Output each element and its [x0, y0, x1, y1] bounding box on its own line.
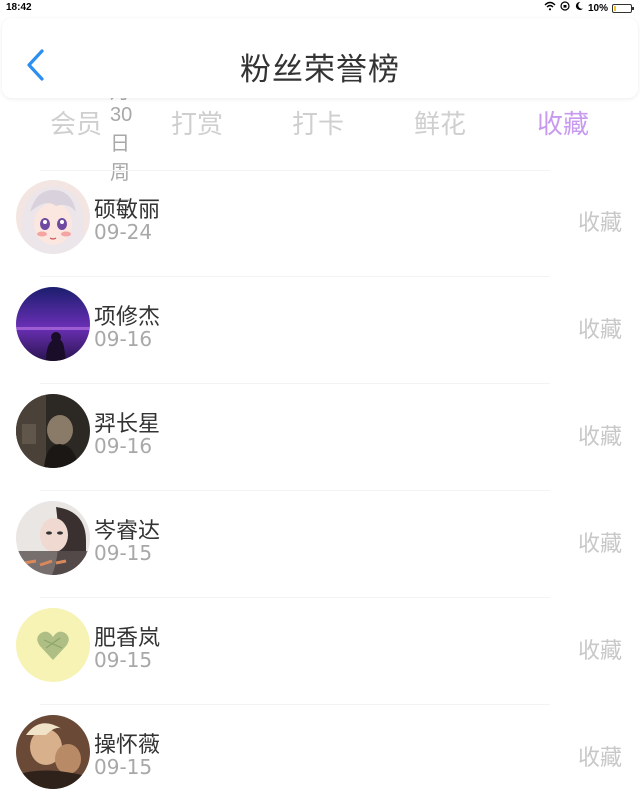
favorite-label: 收藏 — [577, 211, 622, 236]
avatar — [16, 287, 90, 361]
favorite-label: 收藏 — [577, 746, 622, 771]
orientation-lock-icon — [560, 1, 570, 15]
status-icons: 10% — [544, 1, 634, 15]
avatar — [16, 394, 90, 468]
favorite-label: 收藏 — [577, 532, 622, 557]
fan-date: 09-15 — [94, 755, 153, 779]
list-item[interactable]: 肥香岚 09-15 收藏 — [0, 598, 640, 705]
tab-member[interactable]: 会员 — [26, 104, 126, 141]
fan-date: 09-24 — [94, 220, 153, 244]
status-bar: 18:42 9月30日周一 10% — [0, 0, 640, 213]
list-item[interactable]: 硕敏丽 09-24 收藏 — [0, 170, 640, 277]
favorite-label: 收藏 — [577, 425, 622, 450]
avatar — [16, 715, 90, 789]
fan-date: 09-15 — [94, 648, 153, 672]
wifi-icon — [544, 1, 556, 15]
moon-icon — [574, 1, 584, 15]
list-item[interactable]: 项修杰 09-16 收藏 — [0, 277, 640, 384]
fan-list: 硕敏丽 09-24 收藏 项修杰 09-16 收藏 羿长星 09-16 收藏 岑… — [0, 170, 640, 812]
avatar — [16, 180, 90, 254]
list-item[interactable]: 操怀薇 09-15 收藏 — [0, 705, 640, 812]
fan-date: 09-16 — [94, 434, 153, 458]
tab-favorites[interactable]: 收藏 — [513, 104, 613, 141]
status-time: 18:42 — [6, 2, 32, 13]
status-time-date: 18:42 9月30日周一 — [6, 2, 132, 213]
tab-flowers[interactable]: 鲜花 — [390, 104, 490, 141]
favorite-label: 收藏 — [577, 318, 622, 343]
tab-bar: 会员 打赏 打卡 鲜花 收藏 — [0, 104, 640, 146]
nav-header: 粉丝荣誉榜 — [2, 18, 638, 98]
fan-date: 09-15 — [94, 541, 153, 565]
page-title: 粉丝荣誉榜 — [240, 52, 400, 88]
list-item[interactable]: 羿长星 09-16 收藏 — [0, 384, 640, 491]
avatar — [16, 608, 90, 682]
battery-percent: 10% — [587, 2, 608, 14]
favorite-label: 收藏 — [577, 639, 622, 664]
fan-date: 09-16 — [94, 327, 153, 351]
tab-reward[interactable]: 打赏 — [147, 104, 247, 141]
tab-checkin[interactable]: 打卡 — [268, 104, 368, 141]
avatar — [16, 501, 90, 575]
battery-icon — [612, 3, 634, 13]
list-item[interactable]: 岑睿达 09-15 收藏 — [0, 491, 640, 598]
